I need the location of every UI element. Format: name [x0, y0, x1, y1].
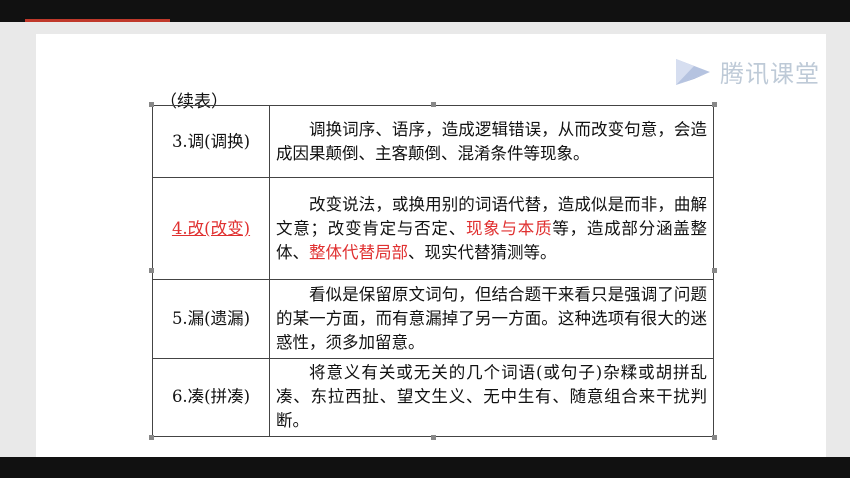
row-label: 3.调(调换) — [152, 104, 270, 179]
row-label-highlighted: 4.改(改变) — [171, 218, 251, 238]
resize-handle-top-right[interactable] — [712, 102, 717, 107]
text-table: 3.调(调换) 调换词序、语序，造成逻辑错误，从而改变句意，会造成因果颠倒、主客… — [152, 104, 714, 438]
row-description: 将意义有关或无关的几个词语(或句子)杂糅或胡拼乱凑、东拉西扯、望文生义、无中生有… — [269, 357, 714, 438]
watermark: 腾讯课堂 — [670, 54, 820, 89]
slide-page: 腾讯课堂 （续表） 3.调(调换) 调换词序、语序，造成逻辑错误，从而改变句意，… — [36, 34, 826, 457]
desc-part: 、现实代替猜测等。 — [408, 242, 557, 262]
row-label: 6.凑(拼凑) — [152, 357, 270, 438]
play-triangle-icon — [676, 58, 710, 85]
table-row: 6.凑(拼凑) 将意义有关或无关的几个词语(或句子)杂糅或胡拼乱凑、东拉西扯、望… — [152, 357, 714, 438]
highlight-text: 现象与本质 — [465, 218, 553, 238]
highlight-text: 整体代替局部 — [309, 242, 408, 262]
resize-handle-top-mid[interactable] — [431, 102, 436, 107]
document-canvas: 腾讯课堂 （续表） 3.调(调换) 调换词序、语序，造成逻辑错误，从而改变句意，… — [0, 22, 850, 457]
bottom-bar — [0, 457, 850, 478]
row-label: 5.漏(遗漏) — [152, 279, 270, 359]
row-description: 看似是保留原文词句，但结合题干来看只是强调了问题的某一方面，而有意漏掉了另一方面… — [269, 279, 714, 359]
resize-handle-top-left[interactable] — [149, 102, 154, 107]
table-row: 3.调(调换) 调换词序、语序，造成逻辑错误，从而改变句意，会造成因果颠倒、主客… — [152, 104, 714, 179]
resize-handle-bottom-left[interactable] — [149, 435, 154, 440]
resize-handle-mid-right[interactable] — [712, 268, 717, 273]
text-table-frame[interactable]: 3.调(调换) 调换词序、语序，造成逻辑错误，从而改变句意，会造成因果颠倒、主客… — [149, 102, 717, 440]
table-row: 5.漏(遗漏) 看似是保留原文词句，但结合题干来看只是强调了问题的某一方面，而有… — [152, 279, 714, 359]
row-description: 调换词序、语序，造成逻辑错误，从而改变句意，会造成因果颠倒、主客颠倒、混淆条件等… — [269, 104, 714, 179]
row-description: 改变说法，或换用别的词语代替，造成似是而非，曲解文意；改变肯定与否定、现象与本质… — [269, 177, 714, 281]
table-row: 4.改(改变) 改变说法，或换用别的词语代替，造成似是而非，曲解文意；改变肯定与… — [152, 177, 714, 281]
resize-handle-bottom-mid[interactable] — [431, 435, 436, 440]
resize-handle-mid-left[interactable] — [149, 268, 154, 273]
resize-handle-bottom-right[interactable] — [712, 435, 717, 440]
watermark-brand: 腾讯课堂 — [720, 60, 820, 88]
